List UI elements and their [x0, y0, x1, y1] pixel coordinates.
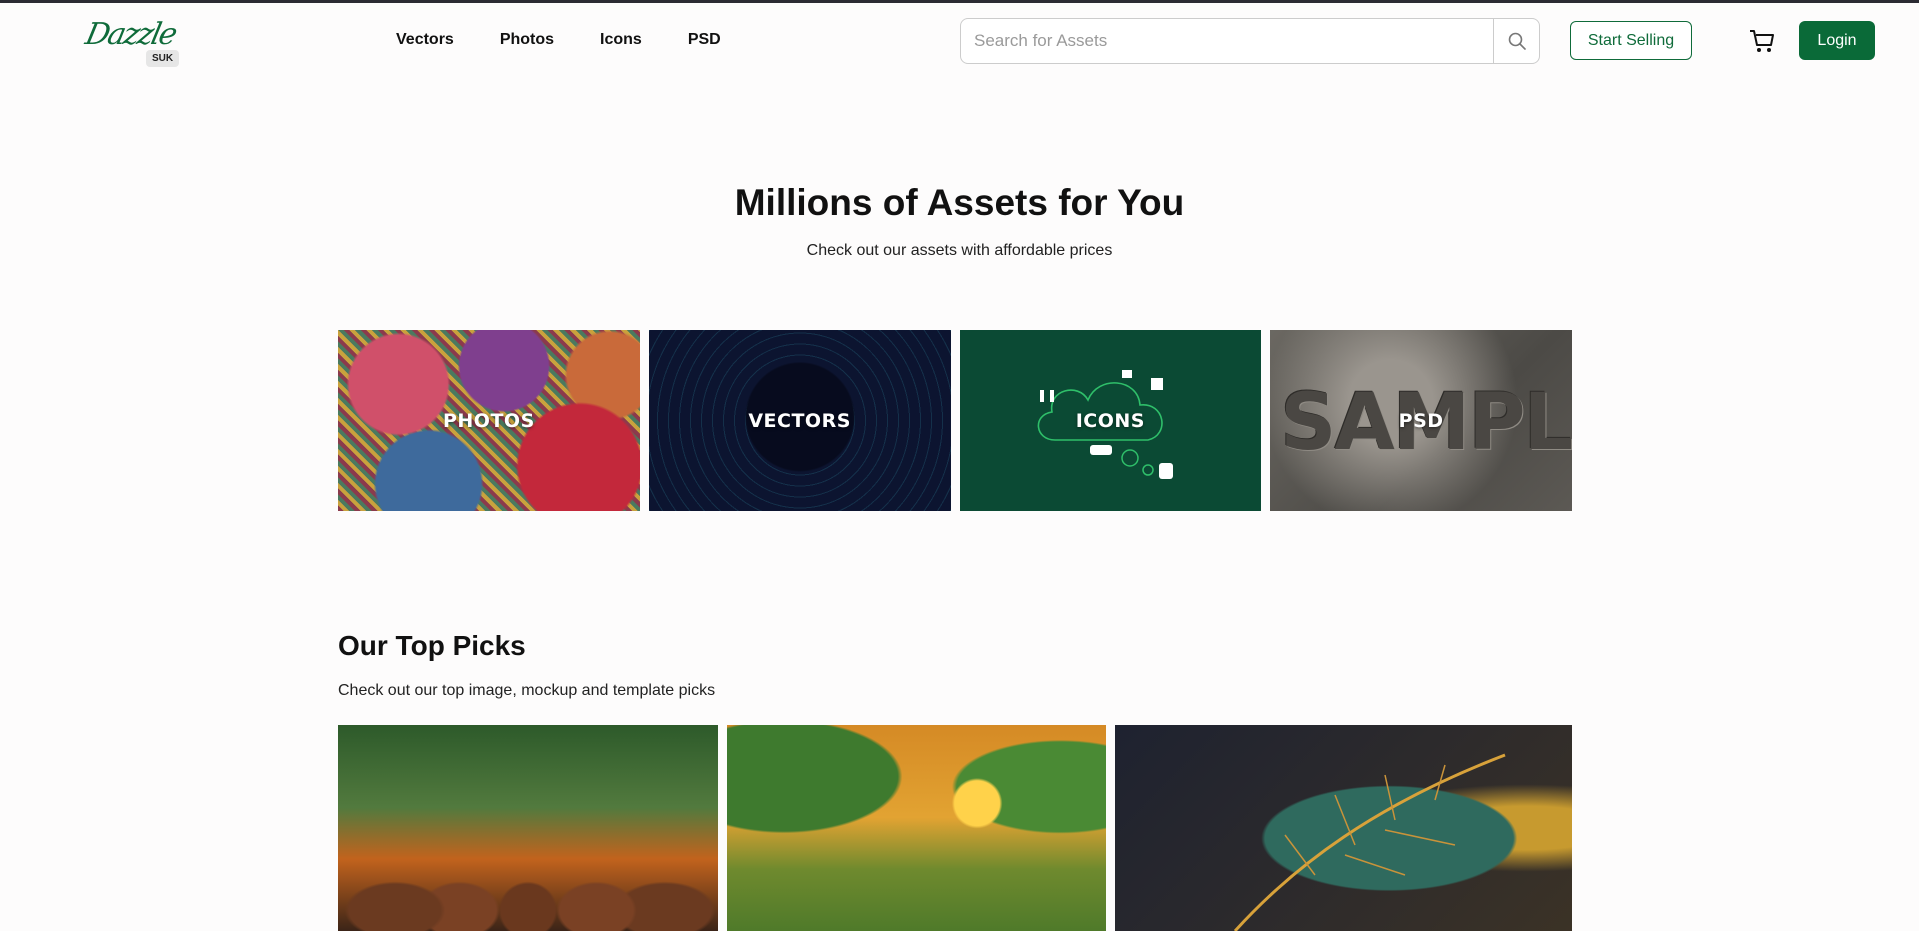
search-button[interactable]: [1493, 19, 1539, 63]
leaf-vein-illustration: [1233, 753, 1506, 931]
top-picks-subtitle: Check out our top image, mockup and temp…: [338, 682, 716, 699]
search-input[interactable]: [961, 19, 1493, 63]
nav-icons[interactable]: Icons: [600, 31, 642, 49]
category-icons-card[interactable]: ICONS: [959, 330, 1262, 511]
category-grid: PHOTOS VECTORS ICONS SAMPLE PSD: [338, 330, 1572, 511]
search-bar: [960, 18, 1540, 64]
hero-subtitle: Check out our assets with affordable pri…: [806, 242, 1113, 259]
top-picks-title: Our Top Picks: [338, 630, 526, 661]
pick-leaf-closeup-image[interactable]: [1115, 725, 1572, 931]
category-photos-label: PHOTOS: [442, 409, 535, 432]
category-vectors-card[interactable]: VECTORS: [648, 330, 951, 511]
pick-feathered-figures-image[interactable]: [338, 725, 718, 931]
logo-script: Dazzle: [82, 17, 179, 52]
search-icon: [1508, 32, 1526, 50]
category-psd-card[interactable]: SAMPLE PSD: [1270, 330, 1572, 511]
logo-badge: SUK: [146, 50, 180, 67]
category-vectors-label: VECTORS: [748, 409, 851, 432]
pick-forest-sunset-image[interactable]: [727, 725, 1106, 931]
hero-title: Millions of Assets for You: [734, 182, 1185, 223]
category-photos-card[interactable]: PHOTOS: [338, 330, 640, 511]
nav-vectors[interactable]: Vectors: [396, 31, 454, 49]
site-logo[interactable]: Dazzle SUK: [82, 17, 182, 77]
start-selling-button[interactable]: Start Selling: [1570, 21, 1692, 60]
site-header: Dazzle SUK Vectors Photos Icons PSD Star…: [0, 3, 1919, 79]
cart-icon: [1750, 30, 1774, 52]
category-icons-label: ICONS: [1075, 409, 1145, 432]
top-picks-grid: [338, 725, 1572, 931]
cart-button[interactable]: [1748, 27, 1776, 55]
nav-psd[interactable]: PSD: [688, 31, 721, 49]
nav-photos[interactable]: Photos: [500, 31, 554, 49]
category-psd-label: PSD: [1398, 409, 1444, 432]
main-nav: Vectors Photos Icons PSD: [396, 31, 767, 49]
login-button[interactable]: Login: [1799, 21, 1875, 60]
